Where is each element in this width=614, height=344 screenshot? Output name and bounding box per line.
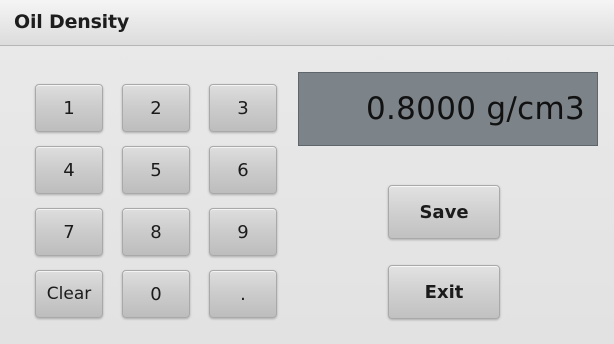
key-2[interactable]: 2 [122,84,190,132]
key-8[interactable]: 8 [122,208,190,256]
key-1[interactable]: 1 [35,84,103,132]
save-button[interactable]: Save [388,185,500,239]
page-title: Oil Density [14,11,130,33]
oil-density-screen: Oil Density 1 2 3 4 5 6 7 8 9 Clear 0 . … [0,0,614,344]
key-4[interactable]: 4 [35,146,103,194]
key-6[interactable]: 6 [209,146,277,194]
key-5[interactable]: 5 [122,146,190,194]
key-decimal[interactable]: . [209,270,277,318]
key-3[interactable]: 3 [209,84,277,132]
title-bar: Oil Density [0,0,614,46]
clear-button[interactable]: Clear [35,270,103,318]
density-value: 0.8000 g/cm3 [365,91,585,127]
key-0[interactable]: 0 [122,270,190,318]
exit-button[interactable]: Exit [388,265,500,319]
key-9[interactable]: 9 [209,208,277,256]
density-value-display: 0.8000 g/cm3 [298,72,598,146]
key-7[interactable]: 7 [35,208,103,256]
